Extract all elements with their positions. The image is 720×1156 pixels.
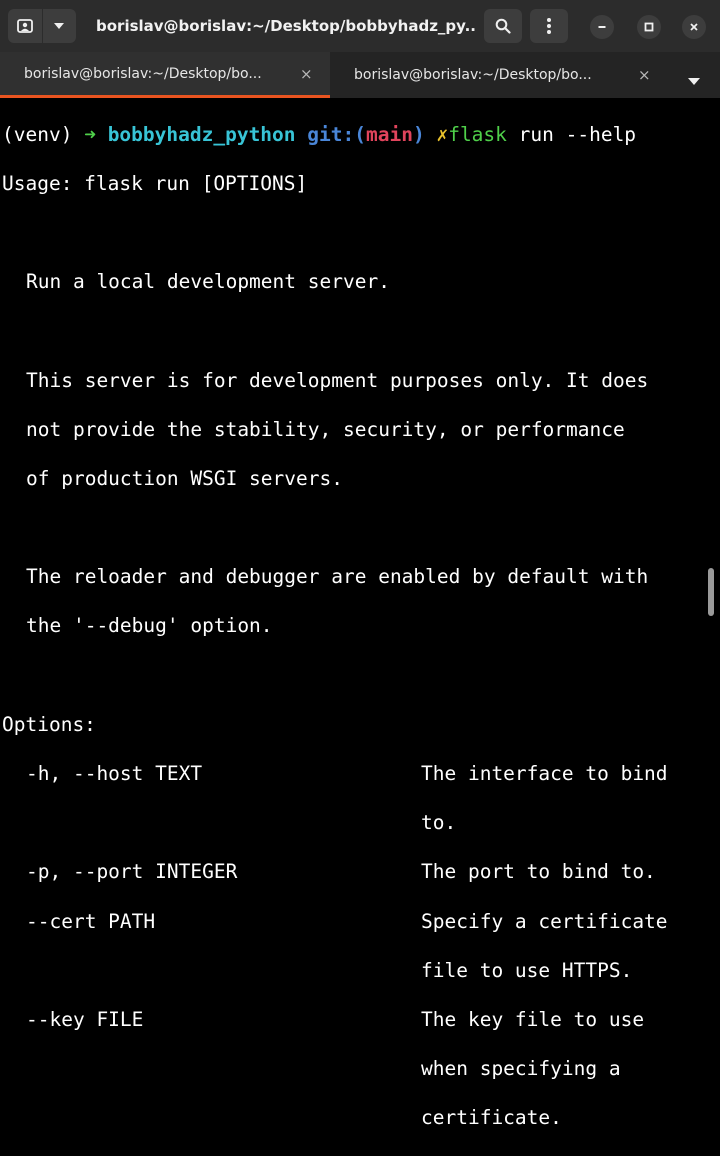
option-desc: to. — [421, 811, 457, 835]
option-desc: Specify a certificate — [421, 909, 668, 933]
tab-close-icon[interactable]: × — [638, 66, 651, 84]
description-line: the '--debug' option. — [26, 614, 273, 638]
option-row-cont: certificate. — [2, 1106, 714, 1131]
dirty-marker: ✗ — [436, 122, 449, 146]
option-desc: The port to bind to. — [421, 860, 656, 884]
option-row: -p, --port INTEGER The port to bind to. — [2, 860, 714, 885]
description-line: not provide the stability, security, or … — [26, 417, 625, 441]
kebab-menu-icon — [547, 18, 551, 34]
tab-close-icon[interactable]: × — [300, 65, 313, 83]
search-icon — [495, 18, 511, 34]
option-row: -h, --host TEXT The interface to bind — [2, 762, 714, 787]
prompt-line: (venv) ➜ bobbyhadz_python git:(main) ✗fl… — [2, 123, 714, 148]
search-button[interactable] — [484, 9, 522, 43]
tab-terminal-2[interactable]: borislav@borislav:~/Desktop/bo... × — [338, 52, 666, 98]
git-label: git:( — [307, 122, 366, 146]
command-name: flask — [448, 122, 507, 146]
option-desc: certificate. — [421, 1106, 562, 1130]
venv-label: (venv) — [2, 122, 85, 146]
prompt-directory: bobbyhadz_python — [107, 122, 296, 146]
minimize-icon — [598, 26, 606, 28]
tab-bar: borislav@borislav:~/Desktop/bo... × bori… — [0, 52, 720, 98]
tab-list-chevron-icon[interactable] — [688, 70, 700, 89]
option-desc: The key file to use — [421, 1007, 645, 1031]
window-title: borislav@borislav:~/Desktop/bobbyhadz_py… — [96, 17, 476, 35]
title-bar: borislav@borislav:~/Desktop/bobbyhadz_py… — [0, 0, 720, 52]
git-branch: main — [365, 122, 413, 146]
close-button[interactable] — [682, 15, 706, 39]
maximize-button[interactable] — [637, 15, 661, 39]
option-row-cont: when specifying a — [2, 1057, 714, 1082]
maximize-icon — [644, 22, 654, 32]
option-row-cont: to. — [2, 811, 714, 836]
option-desc: when specifying a — [421, 1057, 621, 1081]
tab-terminal-1[interactable]: borislav@borislav:~/Desktop/bo... × — [0, 52, 330, 98]
option-row: --key FILE The key file to use — [2, 1008, 714, 1033]
options-heading: Options: — [2, 712, 96, 736]
command-args: run --help — [506, 122, 637, 146]
scrollbar-thumb[interactable] — [708, 568, 714, 616]
option-desc: file to use HTTPS. — [421, 958, 633, 982]
menu-button[interactable] — [530, 9, 568, 43]
profile-icon[interactable] — [8, 9, 42, 43]
description-line: This server is for development purposes … — [26, 368, 649, 392]
description-line: The reloader and debugger are enabled by… — [26, 565, 649, 589]
description-line: Run a local development server. — [26, 270, 390, 294]
option-name: --key FILE — [26, 1007, 144, 1031]
git-label-close: ) — [412, 122, 425, 146]
usage-line: Usage: flask run [OPTIONS] — [2, 171, 308, 195]
option-desc: The interface to bind — [421, 762, 668, 786]
close-icon — [690, 23, 698, 31]
terminal-output[interactable]: (venv) ➜ bobbyhadz_python git:(main) ✗fl… — [2, 98, 714, 1130]
minimize-button[interactable] — [590, 15, 614, 39]
profile-menu-button[interactable] — [8, 9, 76, 43]
prompt-arrow: ➜ — [84, 122, 96, 146]
option-name: -p, --port INTEGER — [26, 860, 238, 884]
option-row-cont: file to use HTTPS. — [2, 959, 714, 984]
option-name: --cert PATH — [26, 909, 156, 933]
chevron-down-icon[interactable] — [42, 9, 76, 43]
option-name: -h, --host TEXT — [26, 762, 203, 786]
description-line: of production WSGI servers. — [26, 466, 343, 490]
tab-label: borislav@borislav:~/Desktop/bo... — [24, 65, 262, 82]
option-row: --cert PATH Specify a certificate — [2, 910, 714, 935]
tab-label: borislav@borislav:~/Desktop/bo... — [354, 67, 592, 83]
